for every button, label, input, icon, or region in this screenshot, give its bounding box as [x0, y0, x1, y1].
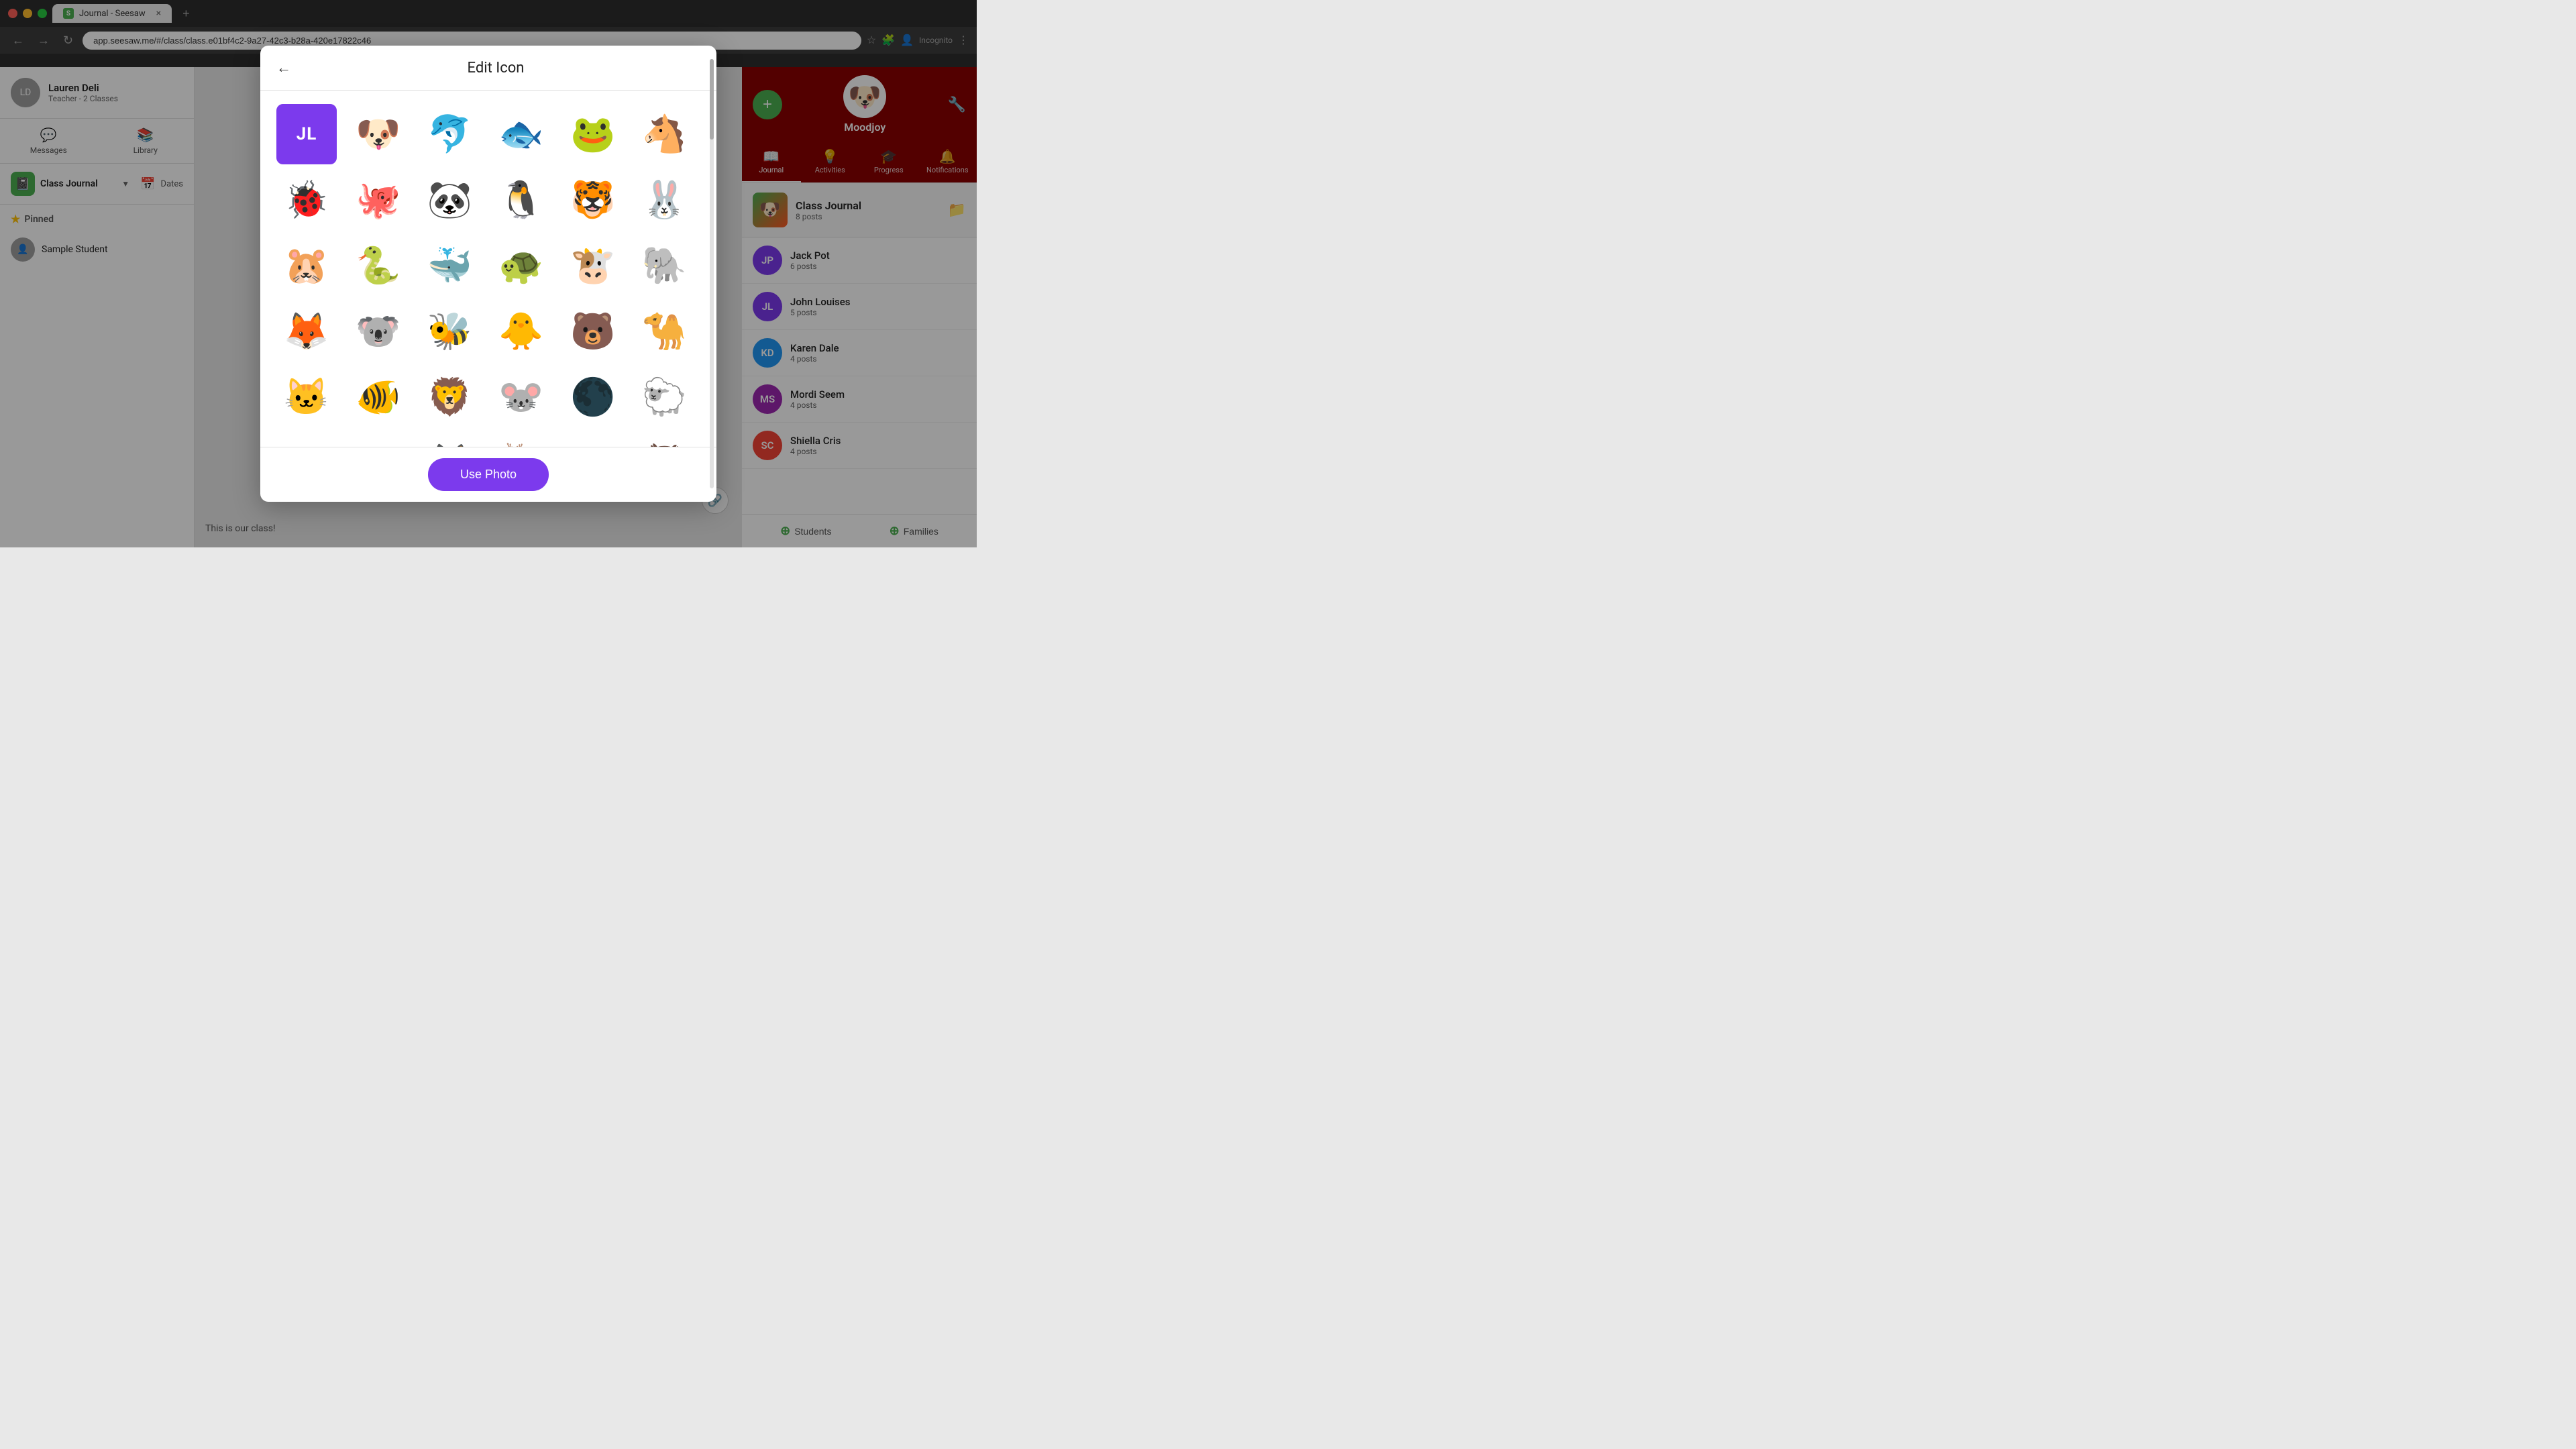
icon-cell-fish[interactable]: 🐟	[491, 104, 551, 164]
icon-cell-tiger[interactable]: 🐯	[563, 170, 623, 230]
icon-cell-butterfly2[interactable]: 🦋	[348, 433, 409, 447]
icon-cell-elephant[interactable]: 🐘	[634, 235, 694, 296]
icon-cell-butterfly[interactable]: 🦋	[276, 433, 337, 447]
icon-cell-snake[interactable]: 🐍	[348, 235, 409, 296]
icon-cell-hedgehog[interactable]: 🦔	[563, 433, 623, 447]
icon-cell-moon[interactable]: 🌑	[563, 367, 623, 427]
icon-cell-whale[interactable]: 🐳	[419, 235, 480, 296]
modal-overlay[interactable]: ← Edit Icon JL 🐶 🐬 🐟 🐸 🐴 🐞 🐙 🐼 🐧 🐯	[0, 0, 977, 547]
icon-cell-cow[interactable]: 🐮	[563, 235, 623, 296]
icon-cell-octopus[interactable]: 🐙	[348, 170, 409, 230]
icon-cell-dolphin[interactable]: 🐬	[419, 104, 480, 164]
edit-icon-modal: ← Edit Icon JL 🐶 🐬 🐟 🐸 🐴 🐞 🐙 🐼 🐧 🐯	[260, 46, 716, 502]
modal-back-button[interactable]: ←	[276, 59, 291, 76]
icon-cell-cat[interactable]: 🐱	[276, 367, 337, 427]
icon-cell-koala[interactable]: 🐨	[348, 301, 409, 362]
icon-cell-camel[interactable]: 🐪	[634, 301, 694, 362]
icon-cell-lion[interactable]: 🦁	[419, 367, 480, 427]
icon-cell-ladybug[interactable]: 🐞	[276, 170, 337, 230]
custom-avatar-cell[interactable]: JL	[276, 104, 337, 164]
icon-cell-hamster[interactable]: 🐹	[276, 235, 337, 296]
icon-cell-bear[interactable]: 🐻	[563, 301, 623, 362]
icon-cell-mouse[interactable]: 🐭	[491, 367, 551, 427]
modal-title: Edit Icon	[291, 60, 700, 76]
modal-footer: Use Photo	[260, 447, 716, 502]
icon-grid: JL 🐶 🐬 🐟 🐸 🐴 🐞 🐙 🐼 🐧 🐯 🐰 🐹 🐍 🐳 🐢 🐮	[276, 104, 700, 447]
modal-header: ← Edit Icon	[260, 46, 716, 91]
icon-cell-sheep[interactable]: 🐑	[634, 367, 694, 427]
icon-cell-tropical-fish[interactable]: 🐠	[348, 367, 409, 427]
scrollbar-track	[710, 59, 714, 488]
icon-cell-deer[interactable]: 🦌	[491, 433, 551, 447]
icon-cell-rabbit[interactable]: 🐰	[634, 170, 694, 230]
icon-cell-penguin[interactable]: 🐧	[491, 170, 551, 230]
icon-cell-fox[interactable]: 🦊	[276, 301, 337, 362]
use-photo-button[interactable]: Use Photo	[428, 458, 549, 491]
icon-cell-panda[interactable]: 🐼	[419, 170, 480, 230]
icon-cell-horse[interactable]: 🐴	[634, 104, 694, 164]
icon-cell-owl[interactable]: 🦉	[634, 433, 694, 447]
icon-cell-chick[interactable]: 🐥	[491, 301, 551, 362]
modal-body: JL 🐶 🐬 🐟 🐸 🐴 🐞 🐙 🐼 🐧 🐯 🐰 🐹 🐍 🐳 🐢 🐮	[260, 91, 716, 447]
icon-cell-frog[interactable]: 🐸	[563, 104, 623, 164]
avatar-initials: JL	[297, 124, 317, 144]
icon-cell-fox2[interactable]: 🦊	[419, 433, 480, 447]
icon-cell-bee[interactable]: 🐝	[419, 301, 480, 362]
icon-cell-turtle[interactable]: 🐢	[491, 235, 551, 296]
scrollbar-thumb[interactable]	[710, 59, 714, 140]
icon-cell-dog[interactable]: 🐶	[348, 104, 409, 164]
